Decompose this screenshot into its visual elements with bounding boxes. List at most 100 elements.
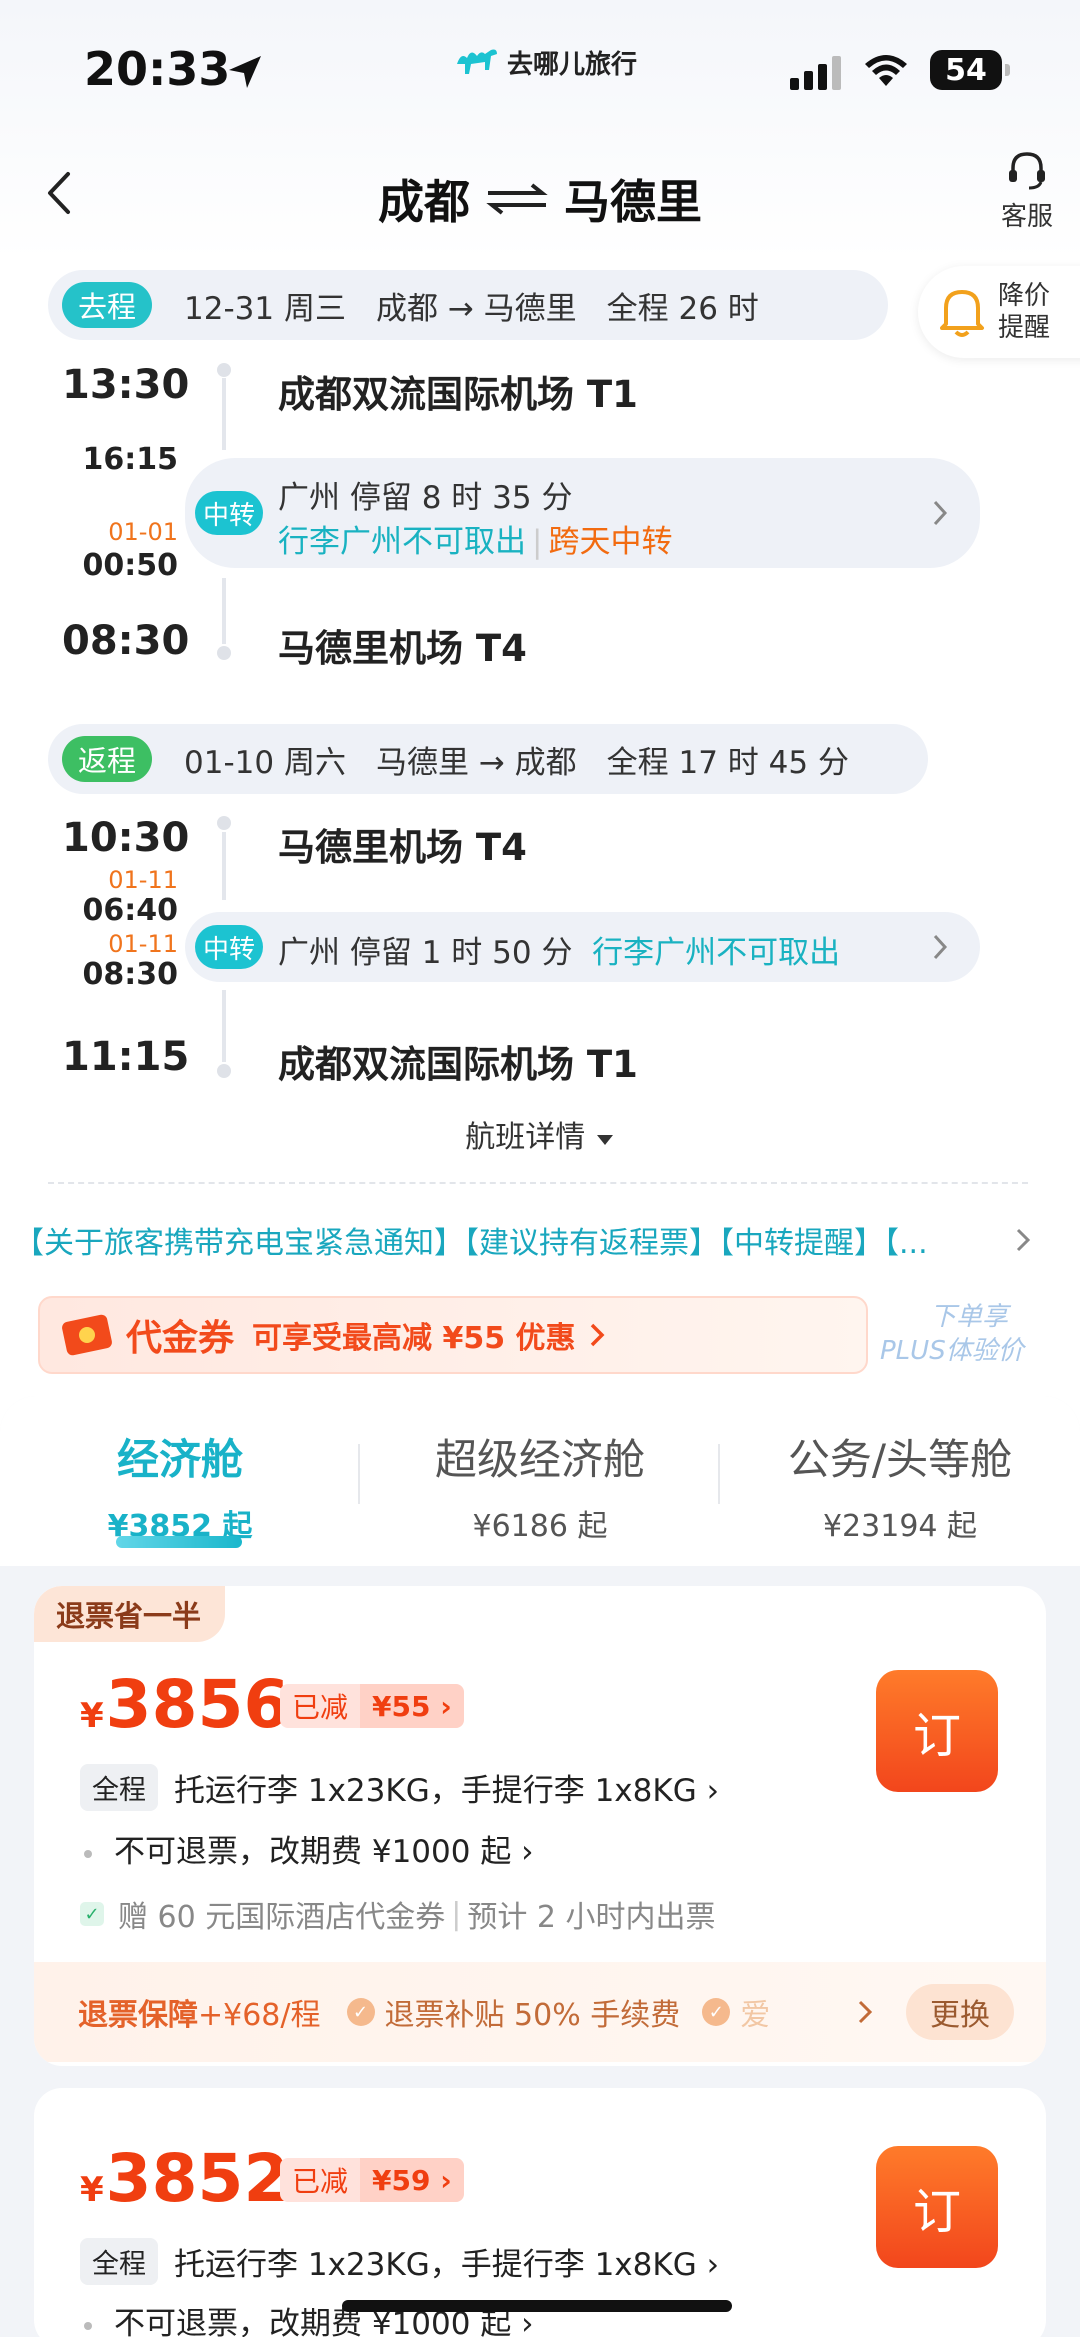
offer-price: ¥ 3856: [80, 1666, 289, 1743]
outbound-arr-time: 08:30: [62, 618, 190, 664]
book-button[interactable]: 订: [876, 1670, 998, 1792]
coupon-banner[interactable]: 代金券 可享受最高减 ¥55 优惠: [38, 1296, 868, 1374]
customer-service-button[interactable]: 客服: [992, 150, 1062, 233]
outbound-duration: 全程 26 时: [606, 290, 759, 327]
section-divider: [48, 1182, 1028, 1184]
refund-policy[interactable]: 不可退票，改期费 ¥1000 起 ›: [84, 1826, 534, 1871]
outbound-transfer-overnight: 跨天中转: [548, 524, 673, 560]
route-origin: 成都: [378, 175, 470, 229]
timeline-line: [222, 378, 226, 450]
plus-line-2: PLUS体验价: [880, 1336, 1024, 1366]
inbound-transfer-stop: 广州 停留 1 时 50 分: [278, 935, 573, 971]
chevron-right-icon: [590, 1323, 605, 1347]
tab-business-first[interactable]: 公务/头等舱 ¥23194 起: [720, 1426, 1080, 1545]
bell-icon: [940, 290, 984, 337]
baggage-info[interactable]: 全程 托运行李 1x23KG，手提行李 1x8KG ›: [80, 1764, 719, 1811]
outbound-transfer-arr-time: 16:15: [82, 442, 179, 477]
check-icon: ✓: [80, 1902, 104, 1926]
discount-badge[interactable]: 已减 ¥59 ›: [280, 2158, 464, 2202]
outbound-transfer-card[interactable]: 中转 广州 停留 8 时 35 分 行李广州不可取出 | 跨天中转: [185, 458, 980, 568]
chevron-right-icon: [1016, 1228, 1031, 1252]
protection-title: 退票保障: [78, 1998, 198, 2033]
price-alert-label: 降价提醒: [998, 281, 1051, 343]
home-indicator: [342, 2300, 732, 2312]
inbound-arr-airport: 成都双流国际机场 T1: [278, 1043, 638, 1086]
outbound-dep-airport: 成都双流国际机场 T1: [278, 373, 638, 416]
wifi-icon: [865, 55, 907, 86]
notice-banner[interactable]: 【关于旅客携带充电宝紧急通知】【建议持有返程票】【中转提醒】【...: [14, 1218, 1014, 1262]
chevron-right-icon: [933, 934, 948, 960]
discount-amount: ¥55 ›: [360, 1684, 464, 1728]
inbound-duration: 全程 17 时 45 分: [606, 744, 849, 781]
baggage-text: 托运行李 1x23KG，手提行李 1x8KG ›: [174, 2247, 719, 2283]
inbound-date: 01-10 周六: [184, 744, 346, 781]
inbound-route: 马德里 → 成都: [375, 744, 577, 781]
coupon-desc: 可享受最高减 ¥55 优惠: [252, 1321, 576, 1356]
app-name: 去哪儿旅行: [507, 49, 638, 80]
timeline-dot: [217, 363, 231, 377]
camel-logo-icon: [457, 49, 497, 74]
outbound-arr-airport: 马德里机场 T4: [278, 627, 527, 670]
refund-text: 不可退票，改期费 ¥1000 起 ›: [114, 1834, 534, 1870]
inbound-transfer-card[interactable]: 中转 广州 停留 1 时 50 分 行李广州不可取出: [185, 912, 980, 982]
headset-icon: [1009, 152, 1045, 190]
book-button[interactable]: 订: [876, 2146, 998, 2268]
inbound-transfer-baggage: 行李广州不可取出: [592, 935, 841, 971]
tab-premium-economy[interactable]: 超级经济舱 ¥6186 起: [360, 1426, 720, 1545]
baggage-info[interactable]: 全程 托运行李 1x23KG，手提行李 1x8KG ›: [80, 2238, 719, 2285]
cabin-price: ¥23194 起: [822, 1509, 978, 1544]
inbound-transfer-arr-time: 06:40: [82, 893, 179, 928]
price-amount: 3852: [105, 2140, 290, 2217]
battery-indicator: 54: [930, 50, 1010, 90]
status-bar: 20:33 去哪儿旅行 54: [0, 0, 1080, 130]
discount-badge[interactable]: 已减 ¥55 ›: [280, 1684, 464, 1728]
currency-symbol: ¥: [80, 1696, 104, 1736]
gift-text: 赠 60 元国际酒店代金券: [118, 1900, 446, 1935]
issue-time-text: 预计 2 小时内出票: [467, 1900, 716, 1935]
discount-label: 已减: [280, 1684, 361, 1728]
plus-line-1: 下单享: [930, 1302, 1009, 1332]
round-trip-icon: [486, 183, 548, 215]
protection-fee: +¥68/程: [198, 1998, 321, 2033]
outbound-summary: 去程 12-31 周三 成都 → 马德里 全程 26 时: [48, 270, 888, 340]
baggage-scope-pill: 全程: [80, 1764, 158, 1811]
timeline-dot: [217, 646, 231, 660]
tab-economy[interactable]: 经济舱 ¥3852 起: [0, 1426, 360, 1545]
inbound-tag: 返程: [62, 736, 153, 782]
timeline-dot: [217, 816, 231, 830]
customer-service-label: 客服: [1000, 202, 1053, 232]
caret-down-icon: [596, 1135, 613, 1145]
inbound-transfer-dep-time: 08:30: [82, 957, 179, 992]
cabin-name: 经济舱: [116, 1435, 243, 1484]
protection-item: 退票补贴 50% 手续费: [384, 1998, 681, 2033]
app-logo: 去哪儿旅行: [455, 42, 637, 82]
offer-price: ¥ 3852: [80, 2140, 289, 2217]
outbound-transfer-baggage: 行李广州不可取出: [278, 524, 526, 560]
outbound-transfer-stop: 广州 停留 8 时 35 分: [278, 480, 573, 516]
fare-offer-card: 退票省一半 ¥ 3856 已减 ¥55 › 订 全程 托运行李 1x23KG，手…: [34, 1586, 1046, 2066]
price-alert-button[interactable]: 降价提醒: [918, 266, 1080, 358]
timeline-line: [222, 990, 226, 1062]
bullet: [84, 1849, 92, 1858]
coupon-title: 代金券: [126, 1318, 235, 1359]
cabin-price: ¥6186 起: [472, 1509, 608, 1544]
inbound-transfer-arr-date: 01-11: [108, 866, 178, 894]
outbound-transfer-dep-time: 00:50: [82, 548, 179, 583]
check-circle-icon: ✓: [702, 1998, 731, 2026]
outbound-route: 成都 → 马德里: [375, 290, 577, 327]
baggage-text: 托运行李 1x23KG，手提行李 1x8KG ›: [174, 1773, 719, 1809]
switch-button[interactable]: 更换: [906, 1984, 1014, 2040]
refund-protection-bar[interactable]: 退票保障 +¥68/程 ✓ 退票补贴 50% 手续费 ✓ 爱 更换: [34, 1962, 1046, 2062]
inbound-summary: 返程 01-10 周六 马德里 → 成都 全程 17 时 45 分: [48, 724, 928, 794]
coupon-ticket-icon: [62, 1314, 112, 1356]
timeline-line: [222, 832, 226, 900]
price-amount: 3856: [105, 1666, 290, 1743]
inbound-dep-airport: 马德里机场 T4: [278, 826, 527, 869]
inbound-arr-time: 11:15: [62, 1034, 190, 1080]
cabin-name: 公务/头等舱: [787, 1435, 1013, 1484]
timeline-line: [222, 578, 226, 644]
flight-detail-toggle[interactable]: 航班详情: [0, 1112, 1080, 1156]
timeline-dot: [217, 1064, 231, 1078]
gift-info: ✓ 赠 60 元国际酒店代金券 | 预计 2 小时内出票: [80, 1892, 716, 1936]
check-circle-icon: ✓: [346, 1998, 375, 2026]
